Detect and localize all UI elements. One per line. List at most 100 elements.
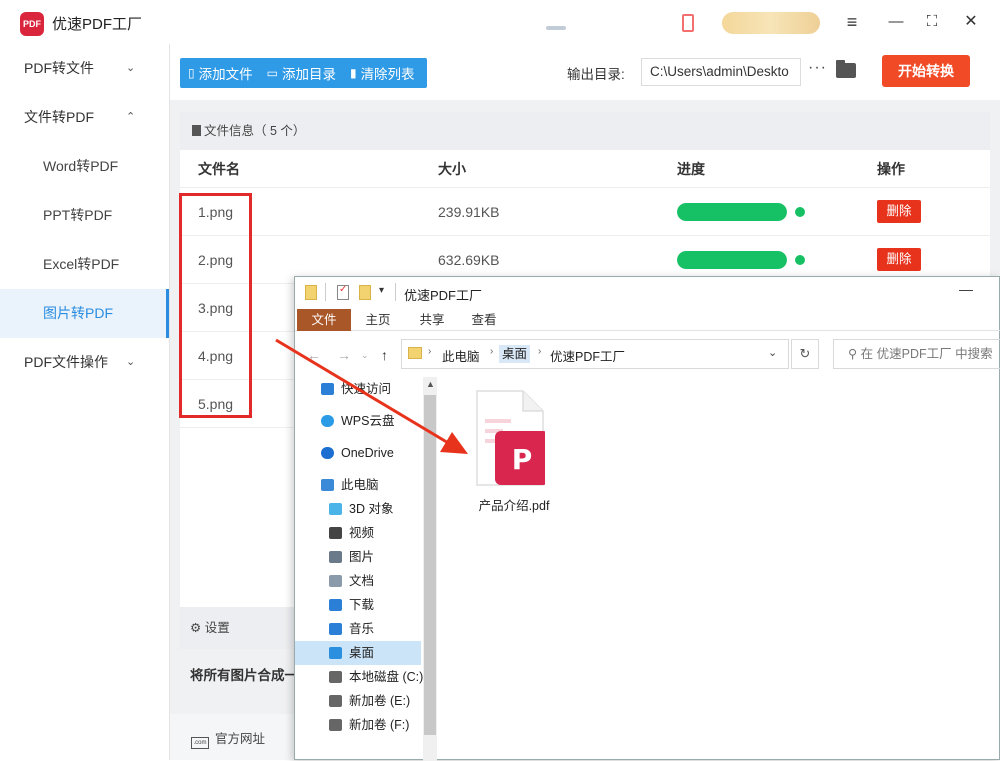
table-header: 文件名 大小 进度 操作 bbox=[180, 150, 990, 188]
blurred-icon[interactable] bbox=[546, 26, 566, 30]
download-icon bbox=[329, 599, 342, 611]
app-logo-icon: PDF bbox=[20, 12, 44, 36]
drive-icon bbox=[329, 695, 342, 707]
nav-item[interactable]: 下载 bbox=[295, 593, 421, 617]
progress-bar bbox=[677, 203, 787, 221]
properties-icon[interactable]: ✓ bbox=[337, 284, 349, 300]
vip-badge[interactable] bbox=[722, 12, 820, 34]
file-info-header: 文件信息（ 5 个） bbox=[180, 112, 990, 150]
table-row: 1.png 239.91KB 删除 bbox=[180, 188, 990, 236]
pdf-file-name: 产品介绍.pdf bbox=[478, 499, 550, 513]
drive-icon bbox=[329, 719, 342, 731]
breadcrumb-separator: › bbox=[490, 346, 494, 357]
nav-item-label: 下载 bbox=[349, 598, 375, 612]
delete-button[interactable]: 删除 bbox=[877, 200, 921, 223]
explorer-title: 优速PDF工厂 bbox=[404, 288, 483, 303]
svg-text:P: P bbox=[512, 443, 533, 476]
nav-item[interactable]: 本地磁盘 (C:) bbox=[295, 665, 423, 689]
refresh-button[interactable]: ↻ bbox=[791, 339, 819, 369]
file-button-group: ▯ 添加文件 ▭ 添加目录 ▮ 清除列表 bbox=[180, 58, 427, 88]
delete-button[interactable]: 删除 bbox=[877, 248, 921, 271]
nav-item[interactable]: 3D 对象 bbox=[295, 497, 421, 521]
title-bar: PDF 优速PDF工厂 ≡ — ⛶ ✕ bbox=[0, 0, 1000, 44]
sidebar-item-excel-to-pdf[interactable]: Excel转PDF bbox=[0, 240, 169, 289]
merge-images-option: 将所有图片合成一 bbox=[190, 668, 298, 683]
sidebar-item-pdf-operations[interactable]: PDF文件操作 ⌄ bbox=[0, 338, 169, 387]
ribbon-tabs: 文件 主页 共享 查看 bbox=[295, 309, 1000, 331]
breadcrumb-desktop[interactable]: 桌面 bbox=[499, 345, 531, 363]
sidebar-item-pdf-to-file[interactable]: PDF转文件 ⌄ bbox=[0, 44, 169, 93]
sidebar-item-ppt-to-pdf[interactable]: PPT转PDF bbox=[0, 191, 169, 240]
add-directory-label: 添加目录 bbox=[281, 67, 336, 82]
nav-item[interactable]: 此电脑 bbox=[295, 473, 421, 497]
website-icon: .com bbox=[191, 737, 209, 749]
progress-bar bbox=[677, 251, 787, 269]
nav-item-label: 此电脑 bbox=[341, 478, 379, 492]
tab-file[interactable]: 文件 bbox=[297, 309, 351, 331]
column-header-progress: 进度 bbox=[677, 161, 705, 177]
maximize-button[interactable]: ⛶ bbox=[920, 10, 944, 34]
red-arrow-annotation bbox=[275, 338, 468, 454]
document-icon bbox=[329, 575, 342, 587]
divider bbox=[395, 283, 396, 301]
blurred-icon[interactable] bbox=[682, 14, 694, 32]
tab-share[interactable]: 共享 bbox=[411, 309, 453, 331]
sidebar-item-label: 图片转PDF bbox=[43, 305, 113, 321]
website-label: 官方网址 bbox=[215, 732, 266, 746]
add-directory-button[interactable]: ▭ 添加目录 bbox=[267, 63, 336, 83]
file-count-label: 文件信息（ 5 个） bbox=[204, 124, 306, 138]
app-title: 优速PDF工厂 bbox=[52, 16, 143, 33]
sidebar-item-label: PDF文件操作 bbox=[24, 354, 108, 370]
minimize-button[interactable]: — bbox=[884, 10, 908, 34]
close-button[interactable]: ✕ bbox=[959, 10, 983, 34]
picture-icon bbox=[329, 551, 342, 563]
clear-list-button[interactable]: ▮ 清除列表 bbox=[350, 63, 415, 83]
nav-item[interactable]: 新加卷 (F:) bbox=[295, 713, 421, 737]
menu-icon[interactable]: ≡ bbox=[840, 10, 864, 34]
folder-icon: ▭ bbox=[266, 66, 278, 80]
clear-list-label: 清除列表 bbox=[360, 67, 415, 82]
output-dir-field[interactable]: C:\Users\admin\Deskto bbox=[641, 58, 801, 86]
nav-item-label: 视频 bbox=[349, 526, 375, 540]
chevron-down-icon[interactable]: ⌄ bbox=[768, 346, 777, 359]
divider bbox=[325, 283, 326, 301]
new-folder-icon[interactable] bbox=[359, 285, 371, 300]
start-convert-button[interactable]: 开始转换 bbox=[882, 55, 970, 87]
customize-toolbar-icon[interactable]: ▾ bbox=[379, 285, 384, 296]
sidebar: PDF转文件 ⌄ 文件转PDF ⌃ Word转PDF PPT转PDF Excel… bbox=[0, 44, 170, 760]
tab-view[interactable]: 查看 bbox=[463, 309, 505, 331]
open-folder-icon[interactable] bbox=[836, 60, 856, 78]
check-icon bbox=[795, 207, 805, 217]
add-file-button[interactable]: ▯ 添加文件 bbox=[188, 63, 253, 83]
nav-item[interactable]: 文档 bbox=[295, 569, 421, 593]
file-icon: ▯ bbox=[188, 66, 195, 80]
official-website-link[interactable]: .com 官方网址 bbox=[191, 728, 265, 749]
trash-icon: ▮ bbox=[349, 66, 357, 80]
check-icon bbox=[795, 255, 805, 265]
sidebar-item-file-to-pdf[interactable]: 文件转PDF ⌃ bbox=[0, 93, 169, 142]
chevron-down-icon: ⌄ bbox=[126, 356, 136, 368]
sidebar-item-image-to-pdf[interactable]: 图片转PDF bbox=[0, 289, 169, 338]
add-file-label: 添加文件 bbox=[198, 67, 253, 82]
tab-home[interactable]: 主页 bbox=[357, 309, 399, 331]
explorer-minimize-button[interactable]: — bbox=[959, 281, 973, 297]
nav-item[interactable]: 音乐 bbox=[295, 617, 421, 641]
document-icon bbox=[192, 125, 201, 136]
pdf-file-item[interactable]: P 产品介绍.pdf bbox=[473, 389, 553, 519]
explorer-title-bar: ✓ ▾ 优速PDF工厂 — bbox=[295, 277, 1000, 309]
nav-item[interactable]: 桌面 bbox=[295, 641, 421, 665]
nav-item-label: 3D 对象 bbox=[349, 502, 394, 516]
nav-item[interactable]: 图片 bbox=[295, 545, 421, 569]
nav-item-label: 桌面 bbox=[349, 646, 375, 660]
nav-item[interactable]: 视频 bbox=[295, 521, 421, 545]
breadcrumb-folder[interactable]: 优速PDF工厂 bbox=[550, 346, 625, 365]
sidebar-item-label: PPT转PDF bbox=[43, 207, 113, 223]
nav-item[interactable]: 新加卷 (E:) bbox=[295, 689, 421, 713]
sidebar-item-word-to-pdf[interactable]: Word转PDF bbox=[0, 142, 169, 191]
more-options-button[interactable]: ··· bbox=[808, 59, 827, 77]
nav-item-label: 新加卷 (F:) bbox=[349, 718, 410, 732]
nav-item-label: 文档 bbox=[349, 574, 375, 588]
column-header-action: 操作 bbox=[877, 161, 905, 177]
search-input[interactable]: ⚲ 在 优速PDF工厂 中搜索 bbox=[833, 339, 1000, 369]
search-placeholder: 在 优速PDF工厂 中搜索 bbox=[860, 347, 993, 361]
